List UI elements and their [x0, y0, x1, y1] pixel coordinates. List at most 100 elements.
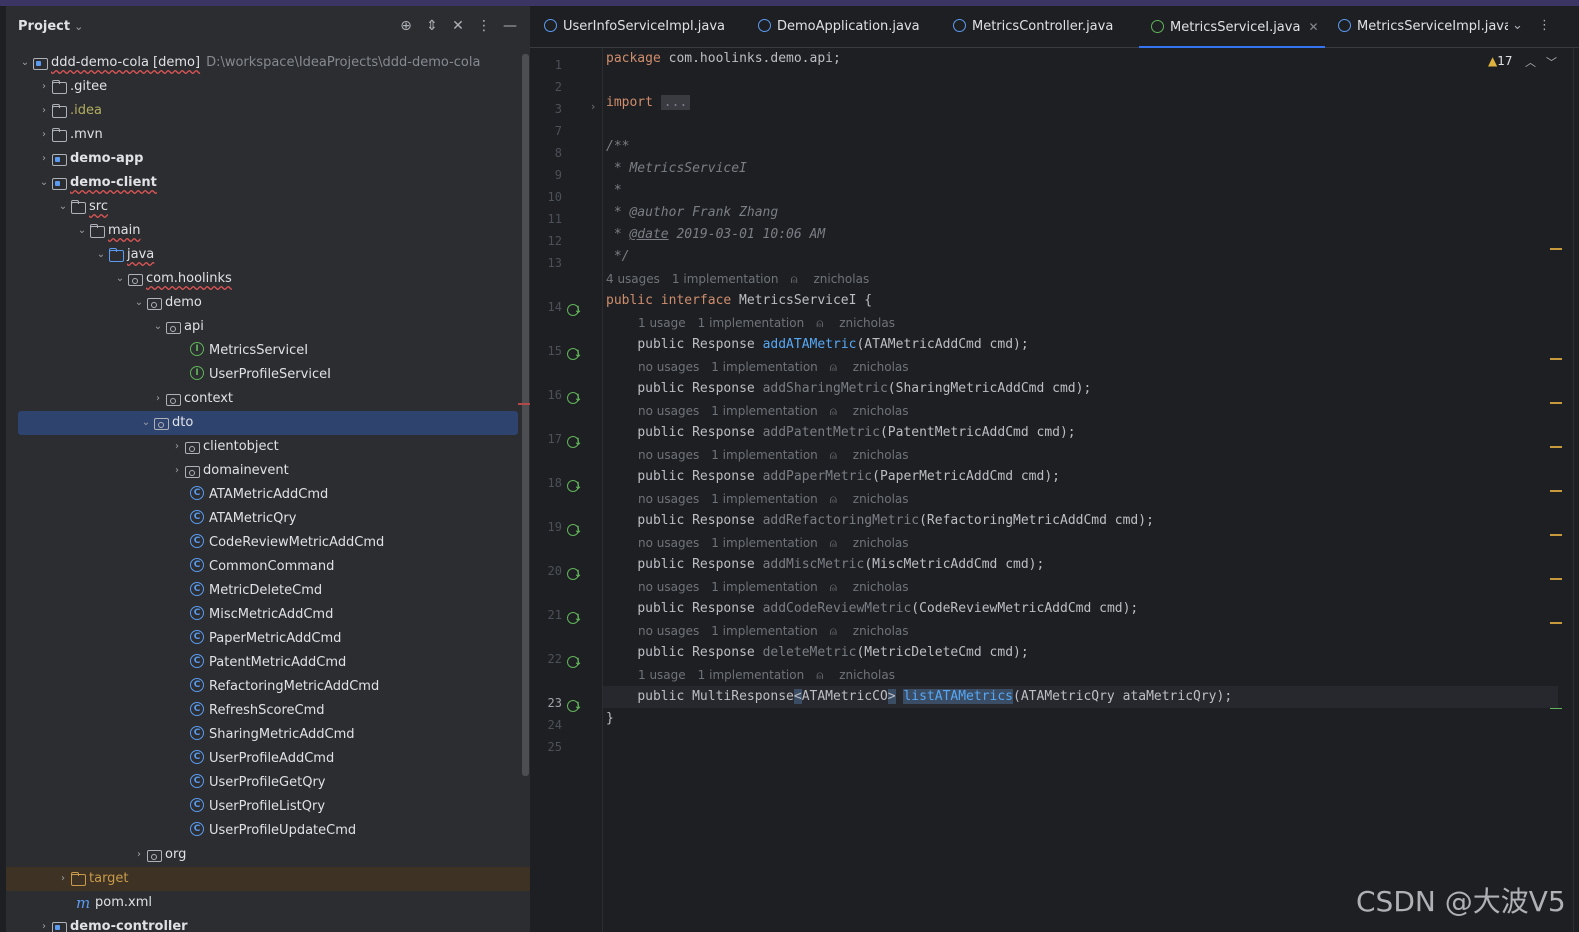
- tree-node-demo-client[interactable]: ⌄ demo-client: [6, 171, 522, 195]
- chevron-down-icon[interactable]: ⌄: [18, 51, 32, 75]
- tree-node-class[interactable]: C CodeReviewMetricAddCmd: [6, 531, 522, 555]
- chevron-right-icon[interactable]: ›: [170, 435, 184, 459]
- tree-node-class[interactable]: C ATAMetricQry: [6, 507, 522, 531]
- tree-node-metricsservicei[interactable]: I MetricsServiceI: [6, 339, 522, 363]
- tree-node-com-hoolinks[interactable]: ⌄ com.hoolinks: [6, 267, 522, 291]
- implemented-icon[interactable]: [567, 392, 582, 406]
- implemented-icon[interactable]: [567, 304, 582, 318]
- tree-node-gitee[interactable]: › .gitee: [6, 75, 522, 99]
- usages-hint[interactable]: 1 usage: [638, 668, 686, 682]
- implementation-hint[interactable]: 1 implementation: [711, 536, 818, 550]
- collapse-all-icon[interactable]: ✕: [448, 16, 468, 36]
- implementation-hint[interactable]: 1 implementation: [711, 404, 818, 418]
- usages-hint[interactable]: 4 usages: [606, 272, 660, 286]
- usages-hint[interactable]: no usages: [638, 624, 699, 638]
- tree-node-class[interactable]: C MiscMetricAddCmd: [6, 603, 522, 627]
- more-options-icon[interactable]: ⋮: [1538, 18, 1551, 33]
- tree-node-org[interactable]: › org: [6, 843, 522, 867]
- tab-list-chevron-icon[interactable]: ⌄: [1512, 18, 1523, 33]
- tree-node-class[interactable]: C UserProfileListQry: [6, 795, 522, 819]
- tree-node-domainevent[interactable]: › domainevent: [6, 459, 522, 483]
- tree-node-class[interactable]: C UserProfileAddCmd: [6, 747, 522, 771]
- chevron-down-icon[interactable]: ⌄: [132, 291, 146, 315]
- implemented-icon[interactable]: [567, 612, 582, 626]
- warning-stripe[interactable]: [1550, 534, 1562, 536]
- tree-node-src[interactable]: ⌄ src: [6, 195, 522, 219]
- editor-scrollbar[interactable]: [1573, 48, 1574, 932]
- tab-metricsserviceimpl[interactable]: MetricsServiceImpl.java: [1338, 6, 1508, 48]
- chevron-down-icon[interactable]: ⌄: [37, 171, 51, 195]
- inlay-hint[interactable]: no usages 1 implementation ⍝ znicholas: [638, 488, 933, 510]
- usages-hint[interactable]: no usages: [638, 404, 699, 418]
- fold-expand-icon[interactable]: ›: [591, 100, 595, 113]
- previous-highlight-icon[interactable]: ︿: [1525, 54, 1536, 70]
- tree-node-context[interactable]: › context: [6, 387, 522, 411]
- tree-node-class[interactable]: C SharingMetricAddCmd: [6, 723, 522, 747]
- warning-stripe[interactable]: [1550, 358, 1562, 360]
- implemented-icon[interactable]: [567, 348, 582, 362]
- chevron-right-icon[interactable]: ›: [151, 387, 165, 411]
- chevron-right-icon[interactable]: ›: [56, 867, 70, 891]
- tree-node-main[interactable]: ⌄ main: [6, 219, 522, 243]
- implementation-hint[interactable]: 1 implementation: [711, 492, 818, 506]
- inlay-hint[interactable]: 4 usages 1 implementation ⍝ znicholas: [606, 268, 893, 290]
- minimize-icon[interactable]: —: [500, 16, 520, 36]
- warning-stripe[interactable]: [1550, 490, 1562, 492]
- tree-node-class[interactable]: C CommonCommand: [6, 555, 522, 579]
- inlay-hint[interactable]: no usages 1 implementation ⍝ znicholas: [638, 400, 933, 422]
- tree-node-idea[interactable]: › .idea: [6, 99, 522, 123]
- inlay-hint[interactable]: no usages 1 implementation ⍝ znicholas: [638, 532, 933, 554]
- project-scrollbar[interactable]: [522, 54, 529, 776]
- inlay-hint[interactable]: no usages 1 implementation ⍝ znicholas: [638, 576, 933, 598]
- usages-hint[interactable]: 1 usage: [638, 316, 686, 330]
- tree-node-class[interactable]: C PaperMetricAddCmd: [6, 627, 522, 651]
- tree-node-demo[interactable]: ⌄ demo: [6, 291, 522, 315]
- locate-icon[interactable]: ⊕: [396, 16, 416, 36]
- warning-stripe[interactable]: [1550, 446, 1562, 448]
- usages-hint[interactable]: no usages: [638, 492, 699, 506]
- usages-hint[interactable]: no usages: [638, 536, 699, 550]
- tree-node-class[interactable]: C UserProfileGetQry: [6, 771, 522, 795]
- inlay-hint[interactable]: no usages 1 implementation ⍝ znicholas: [638, 620, 933, 642]
- tree-node-class[interactable]: C UserProfileUpdateCmd: [6, 819, 522, 843]
- inlay-hint[interactable]: 1 usage 1 implementation ⍝ znicholas: [638, 312, 919, 334]
- tree-node-class[interactable]: C PatentMetricAddCmd: [6, 651, 522, 675]
- warning-stripe[interactable]: [1550, 622, 1562, 624]
- implemented-icon[interactable]: [567, 568, 582, 582]
- tab-demoapplication[interactable]: DemoApplication.java: [758, 6, 938, 48]
- chevron-right-icon[interactable]: ›: [37, 915, 51, 932]
- tree-node-api[interactable]: ⌄ api: [6, 315, 522, 339]
- implementation-hint[interactable]: 1 implementation: [711, 624, 818, 638]
- chevron-down-icon[interactable]: ⌄: [75, 219, 89, 243]
- chevron-right-icon[interactable]: ›: [37, 99, 51, 123]
- implementation-hint[interactable]: 1 implementation: [711, 580, 818, 594]
- tree-node-class[interactable]: C ATAMetricAddCmd: [6, 483, 522, 507]
- tree-node-java[interactable]: ⌄ java: [6, 243, 522, 267]
- tree-node-root[interactable]: ⌄ ddd-demo-cola [demo] D:\workspace\IdeaPr…: [6, 51, 522, 75]
- usages-hint[interactable]: no usages: [638, 360, 699, 374]
- implementation-hint[interactable]: 1 implementation: [698, 316, 805, 330]
- tree-node-class[interactable]: C RefactoringMetricAddCmd: [6, 675, 522, 699]
- tab-userinfoserviceimpl[interactable]: UserInfoServiceImpl.java: [544, 6, 744, 48]
- code-area[interactable]: package com.hoolinks.demo.api; import ..…: [603, 48, 1558, 932]
- tree-node-userprofileservicei[interactable]: I UserProfileServiceI: [6, 363, 522, 387]
- usages-hint[interactable]: no usages: [638, 580, 699, 594]
- implemented-icon[interactable]: [567, 524, 582, 538]
- warning-stripe[interactable]: [1550, 248, 1562, 250]
- close-icon[interactable]: ✕: [1308, 20, 1318, 34]
- project-view-selector[interactable]: Project ⌄: [18, 19, 83, 34]
- inlay-hint[interactable]: no usages 1 implementation ⍝ znicholas: [638, 444, 933, 466]
- next-highlight-icon[interactable]: ﹀: [1546, 54, 1557, 70]
- inlay-hint[interactable]: no usages 1 implementation ⍝ znicholas: [638, 356, 933, 378]
- warnings-indicator[interactable]: ▲17: [1488, 54, 1513, 68]
- chevron-right-icon[interactable]: ›: [132, 843, 146, 867]
- chevron-down-icon[interactable]: ⌄: [94, 243, 108, 267]
- warning-stripe[interactable]: [1550, 402, 1562, 404]
- tree-node-demo-app[interactable]: › demo-app: [6, 147, 522, 171]
- implementation-hint[interactable]: 1 implementation: [711, 448, 818, 462]
- chevron-down-icon[interactable]: ⌄: [56, 195, 70, 219]
- chevron-right-icon[interactable]: ›: [37, 75, 51, 99]
- implemented-icon[interactable]: [567, 480, 582, 494]
- tab-metricscontroller[interactable]: MetricsController.java: [953, 6, 1143, 48]
- implementation-hint[interactable]: 1 implementation: [672, 272, 779, 286]
